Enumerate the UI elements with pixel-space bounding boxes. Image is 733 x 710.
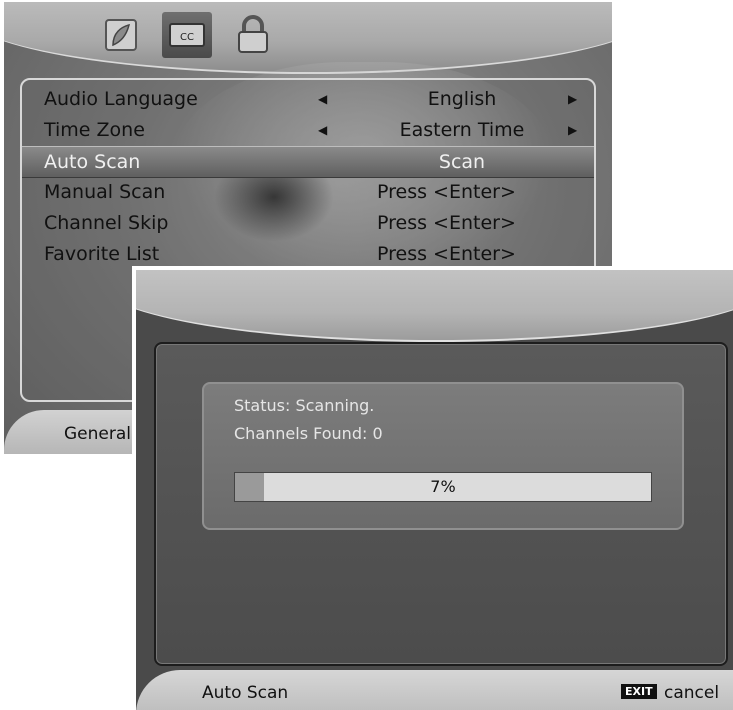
menu-row-value: Scan xyxy=(438,151,486,173)
tab-closed-caption[interactable]: CC xyxy=(162,12,212,58)
tab-picture[interactable] xyxy=(96,12,146,58)
menu-row-value: Press <Enter> xyxy=(377,243,516,265)
exit-key-icon[interactable]: EXIT xyxy=(621,684,657,699)
scan-status-text: Status: Scanning. xyxy=(234,396,375,415)
arrow-left-icon[interactable]: ◀ xyxy=(318,123,327,137)
channels-found-text: Channels Found: 0 xyxy=(234,424,383,443)
arrow-right-icon[interactable]: ▶ xyxy=(568,92,577,106)
cancel-label[interactable]: cancel xyxy=(664,683,719,703)
lock-icon xyxy=(238,15,268,53)
cc-icon-label: CC xyxy=(180,32,194,43)
tab-lock[interactable] xyxy=(228,12,278,58)
scan-footer: Auto Scan EXIT cancel xyxy=(136,670,733,710)
menu-row-time-zone[interactable]: Time Zone ◀ Eastern Time ▶ xyxy=(22,115,594,145)
menu-row-favorite-list[interactable]: Favorite List Press <Enter> xyxy=(22,239,594,269)
top-band xyxy=(136,270,733,342)
menu-row-label: Time Zone xyxy=(44,119,145,141)
scan-status-box: Status: Scanning. Channels Found: 0 7% xyxy=(202,382,684,530)
menu-row-label: Auto Scan xyxy=(44,151,141,173)
scan-panel: Status: Scanning. Channels Found: 0 7% xyxy=(154,342,728,666)
menu-row-audio-language[interactable]: Audio Language ◀ English ▶ xyxy=(22,84,594,114)
menu-row-label: Audio Language xyxy=(44,88,198,110)
menu-row-value: Press <Enter> xyxy=(377,181,516,203)
cc-icon: CC xyxy=(169,23,205,47)
menu-row-value: Press <Enter> xyxy=(377,212,516,234)
auto-scan-screen: Status: Scanning. Channels Found: 0 7% A… xyxy=(132,266,733,710)
menu-row-label: Favorite List xyxy=(44,243,160,265)
scan-footer-title: Auto Scan xyxy=(202,683,289,703)
menu-footer-label: General xyxy=(64,424,131,444)
menu-row-value: English xyxy=(427,88,497,110)
menu-tabs: CC xyxy=(96,12,278,58)
arrow-left-icon[interactable]: ◀ xyxy=(318,92,327,106)
menu-row-label: Manual Scan xyxy=(44,181,166,203)
menu-row-channel-skip[interactable]: Channel Skip Press <Enter> xyxy=(22,208,594,238)
auto-scan-screen-inner: Status: Scanning. Channels Found: 0 7% A… xyxy=(136,270,733,710)
menu-row-value: Eastern Time xyxy=(399,119,525,141)
menu-row-auto-scan[interactable]: Auto Scan Scan xyxy=(22,146,594,178)
picture-icon xyxy=(105,19,137,51)
menu-row-manual-scan[interactable]: Manual Scan Press <Enter> xyxy=(22,177,594,207)
menu-row-label: Channel Skip xyxy=(44,212,169,234)
scan-progress-bar: 7% xyxy=(234,472,652,502)
arrow-right-icon[interactable]: ▶ xyxy=(568,123,577,137)
scan-progress-label: 7% xyxy=(430,477,456,496)
